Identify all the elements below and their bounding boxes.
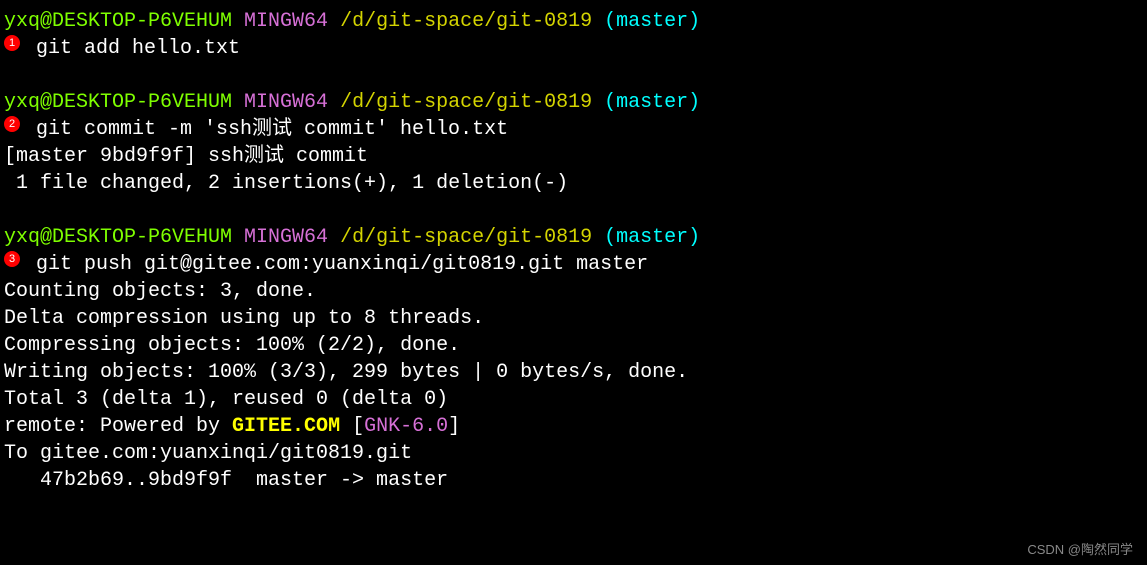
prompt-mingw: MINGW64 bbox=[232, 91, 340, 114]
output-text: remote: Powered by bbox=[4, 415, 232, 438]
step-badge-3: 3 bbox=[4, 251, 20, 267]
output-line: 47b2b69..9bd9f9f master -> master bbox=[4, 467, 1143, 494]
bracket-open: [ bbox=[340, 415, 364, 438]
prompt-line-2: yxq@DESKTOP-P6VEHUM MINGW64 /d/git-space… bbox=[4, 89, 1143, 116]
command-line-3[interactable]: 3 git push git@gitee.com:yuanxinqi/git08… bbox=[4, 251, 1143, 278]
output-text: Delta compression using up to 8 threads. bbox=[4, 307, 484, 330]
output-text: Writing objects: 100% (3/3), 299 bytes |… bbox=[4, 361, 688, 384]
prompt-branch: (master) bbox=[592, 10, 700, 33]
output-text: Total 3 (delta 1), reused 0 (delta 0) bbox=[4, 388, 448, 411]
output-line: Delta compression using up to 8 threads. bbox=[4, 305, 1143, 332]
prompt-line-3: yxq@DESKTOP-P6VEHUM MINGW64 /d/git-space… bbox=[4, 224, 1143, 251]
output-text: 47b2b69..9bd9f9f master -> master bbox=[4, 469, 448, 492]
prompt-branch: (master) bbox=[592, 91, 700, 114]
prompt-path: /d/git-space/git-0819 bbox=[340, 91, 592, 114]
command-text: git add hello.txt bbox=[24, 37, 240, 60]
watermark: CSDN @陶然同学 bbox=[1027, 541, 1133, 559]
output-line-remote: remote: Powered by GITEE.COM [GNK-6.0] bbox=[4, 413, 1143, 440]
output-text: Counting objects: 3, done. bbox=[4, 280, 316, 303]
prompt-user: yxq@DESKTOP-P6VEHUM bbox=[4, 91, 232, 114]
prompt-mingw: MINGW64 bbox=[232, 10, 340, 33]
gitee-text: GITEE.COM bbox=[232, 415, 340, 438]
output-text: [master 9bd9f9f] ssh测试 commit bbox=[4, 145, 368, 168]
blank-line bbox=[4, 197, 1143, 224]
command-line-1[interactable]: 1 git add hello.txt bbox=[4, 35, 1143, 62]
output-line: [master 9bd9f9f] ssh测试 commit bbox=[4, 143, 1143, 170]
output-text: 1 file changed, 2 insertions(+), 1 delet… bbox=[4, 172, 568, 195]
bracket-close: ] bbox=[448, 415, 460, 438]
prompt-mingw: MINGW64 bbox=[232, 226, 340, 249]
command-text: git push git@gitee.com:yuanxinqi/git0819… bbox=[24, 253, 648, 276]
output-line: 1 file changed, 2 insertions(+), 1 delet… bbox=[4, 170, 1143, 197]
output-line: Writing objects: 100% (3/3), 299 bytes |… bbox=[4, 359, 1143, 386]
blank-line bbox=[4, 62, 1143, 89]
step-badge-1: 1 bbox=[4, 35, 20, 51]
output-text: To gitee.com:yuanxinqi/git0819.git bbox=[4, 442, 412, 465]
output-line: Total 3 (delta 1), reused 0 (delta 0) bbox=[4, 386, 1143, 413]
prompt-path: /d/git-space/git-0819 bbox=[340, 226, 592, 249]
prompt-user: yxq@DESKTOP-P6VEHUM bbox=[4, 10, 232, 33]
gnk-text: GNK-6.0 bbox=[364, 415, 448, 438]
prompt-branch: (master) bbox=[592, 226, 700, 249]
command-line-2[interactable]: 2 git commit -m 'ssh测试 commit' hello.txt bbox=[4, 116, 1143, 143]
command-text: git commit -m 'ssh测试 commit' hello.txt bbox=[24, 118, 508, 141]
prompt-line-1: yxq@DESKTOP-P6VEHUM MINGW64 /d/git-space… bbox=[4, 8, 1143, 35]
prompt-path: /d/git-space/git-0819 bbox=[340, 10, 592, 33]
output-line: To gitee.com:yuanxinqi/git0819.git bbox=[4, 440, 1143, 467]
step-badge-2: 2 bbox=[4, 116, 20, 132]
output-line: Counting objects: 3, done. bbox=[4, 278, 1143, 305]
output-text: Compressing objects: 100% (2/2), done. bbox=[4, 334, 460, 357]
prompt-user: yxq@DESKTOP-P6VEHUM bbox=[4, 226, 232, 249]
output-line: Compressing objects: 100% (2/2), done. bbox=[4, 332, 1143, 359]
